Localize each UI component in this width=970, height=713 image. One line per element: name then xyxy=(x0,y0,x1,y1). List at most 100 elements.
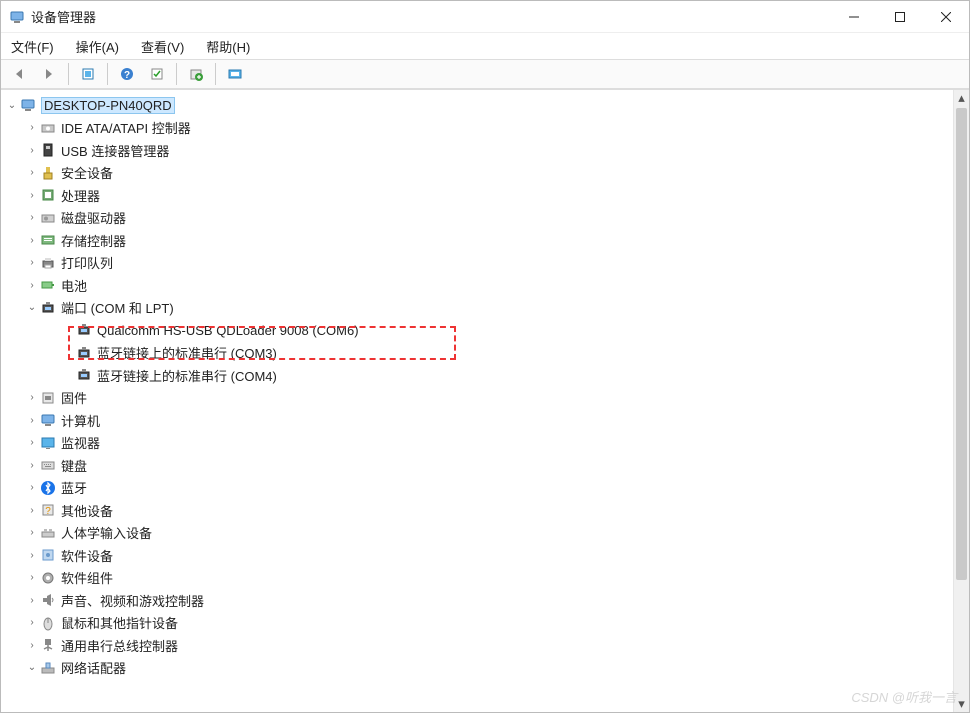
expand-toggle[interactable]: › xyxy=(25,437,39,448)
menu-view[interactable]: 查看(V) xyxy=(137,35,188,58)
expand-toggle[interactable]: › xyxy=(25,280,39,291)
expand-toggle[interactable]: › xyxy=(25,527,39,538)
tree-item[interactable]: ⌄ 网络话配器 xyxy=(1,657,953,680)
tree-item-label: 通用串行总线控制器 xyxy=(61,636,178,655)
expand-toggle[interactable]: › xyxy=(25,122,39,133)
tree-item-label: IDE ATA/ATAPI 控制器 xyxy=(61,118,191,137)
expand-toggle[interactable]: › xyxy=(25,595,39,606)
device-tree[interactable]: ⌄ DESKTOP-PN40QRD › IDE ATA/ATAPI 控制器 › … xyxy=(1,90,953,712)
expand-toggle[interactable]: › xyxy=(25,190,39,201)
menu-file[interactable]: 文件(F) xyxy=(7,35,58,58)
tree-item-label: 声音、视频和游戏控制器 xyxy=(61,591,204,610)
bluetooth-icon xyxy=(39,479,57,497)
tree-item-label: 人体学输入设备 xyxy=(61,523,152,542)
tree-root[interactable]: ⌄ DESKTOP-PN40QRD xyxy=(1,94,953,117)
tree-item-label: 磁盘驱动器 xyxy=(61,208,126,227)
root-label[interactable]: DESKTOP-PN40QRD xyxy=(41,97,175,114)
expand-toggle[interactable]: › xyxy=(25,482,39,493)
tree-item[interactable]: › IDE ATA/ATAPI 控制器 xyxy=(1,117,953,140)
tree-item-label: 软件设备 xyxy=(61,546,113,565)
port-icon xyxy=(75,321,93,339)
menubar: 文件(F) 操作(A) 查看(V) 帮助(H) xyxy=(1,33,969,59)
tree-item-label: 监视器 xyxy=(61,433,100,452)
tree-item[interactable]: › 监视器 xyxy=(1,432,953,455)
tree-child-item[interactable]: Qualcomm HS-USB QDLoader 9008 (COM6) xyxy=(1,319,953,342)
tree-item[interactable]: › 计算机 xyxy=(1,409,953,432)
back-button[interactable] xyxy=(5,62,33,86)
expand-toggle[interactable]: › xyxy=(25,145,39,156)
expand-toggle[interactable]: ⌄ xyxy=(5,100,19,111)
forward-button[interactable] xyxy=(35,62,63,86)
tree-item-label: 鼠标和其他指针设备 xyxy=(61,613,178,632)
tree-child-item[interactable]: 蓝牙链接上的标准串行 (COM3) xyxy=(1,342,953,365)
tree-item[interactable]: › 鼠标和其他指针设备 xyxy=(1,612,953,635)
tree-item[interactable]: › 蓝牙 xyxy=(1,477,953,500)
help-button[interactable] xyxy=(113,62,141,86)
scroll-down-icon[interactable]: ▾ xyxy=(954,696,969,712)
scroll-track[interactable] xyxy=(954,106,969,696)
firmware-icon xyxy=(39,389,57,407)
devices-button[interactable] xyxy=(221,62,249,86)
tree-child-label: 蓝牙链接上的标准串行 (COM4) xyxy=(97,366,277,385)
close-button[interactable] xyxy=(923,1,969,33)
tree-item-label: 蓝牙 xyxy=(61,478,87,497)
window-title: 设备管理器 xyxy=(31,7,96,26)
expand-toggle[interactable]: › xyxy=(25,550,39,561)
port-icon xyxy=(75,366,93,384)
titlebar: 设备管理器 xyxy=(1,1,969,33)
network-icon xyxy=(39,659,57,677)
minimize-button[interactable] xyxy=(831,1,877,33)
tree-item[interactable]: › 通用串行总线控制器 xyxy=(1,634,953,657)
tree-item[interactable]: ⌄ 端口 (COM 和 LPT) xyxy=(1,297,953,320)
other-icon xyxy=(39,501,57,519)
tree-item-label: 处理器 xyxy=(61,186,100,205)
printer-icon xyxy=(39,254,57,272)
tree-item-label: 电池 xyxy=(61,276,87,295)
usbctrl-icon xyxy=(39,636,57,654)
tree-item[interactable]: › USB 连接器管理器 xyxy=(1,139,953,162)
hid-icon xyxy=(39,524,57,542)
expand-toggle[interactable]: › xyxy=(25,235,39,246)
scroll-thumb[interactable] xyxy=(956,108,967,580)
tree-item[interactable]: › 其他设备 xyxy=(1,499,953,522)
add-device-button[interactable] xyxy=(182,62,210,86)
tree-item[interactable]: › 打印队列 xyxy=(1,252,953,275)
expand-toggle[interactable]: ⌄ xyxy=(25,302,39,313)
vertical-scrollbar[interactable]: ▴ ▾ xyxy=(953,90,969,712)
tree-item[interactable]: › 存储控制器 xyxy=(1,229,953,252)
tree-child-label: Qualcomm HS-USB QDLoader 9008 (COM6) xyxy=(97,323,359,338)
tree-item[interactable]: › 键盘 xyxy=(1,454,953,477)
expand-toggle[interactable]: › xyxy=(25,415,39,426)
expand-toggle[interactable]: › xyxy=(25,212,39,223)
expand-toggle[interactable]: › xyxy=(25,640,39,651)
keyboard-icon xyxy=(39,456,57,474)
expand-toggle[interactable]: › xyxy=(25,505,39,516)
device-manager-window: 设备管理器 文件(F) 操作(A) 查看(V) 帮助(H) ⌄ DESKTOP-… xyxy=(0,0,970,713)
tree-item[interactable]: › 电池 xyxy=(1,274,953,297)
show-hidden-button[interactable] xyxy=(74,62,102,86)
tree-item[interactable]: › 磁盘驱动器 xyxy=(1,207,953,230)
expand-toggle[interactable]: › xyxy=(25,167,39,178)
maximize-button[interactable] xyxy=(877,1,923,33)
tree-item[interactable]: › 软件组件 xyxy=(1,567,953,590)
toolbar xyxy=(1,59,969,89)
tree-item[interactable]: › 固件 xyxy=(1,387,953,410)
expand-toggle[interactable]: › xyxy=(25,460,39,471)
expand-toggle[interactable]: › xyxy=(25,617,39,628)
scroll-up-icon[interactable]: ▴ xyxy=(954,90,969,106)
expand-toggle[interactable]: › xyxy=(25,257,39,268)
tree-item[interactable]: › 软件设备 xyxy=(1,544,953,567)
tree-item-label: 打印队列 xyxy=(61,253,113,272)
scan-button[interactable] xyxy=(143,62,171,86)
tree-child-item[interactable]: 蓝牙链接上的标准串行 (COM4) xyxy=(1,364,953,387)
tree-item[interactable]: › 人体学输入设备 xyxy=(1,522,953,545)
menu-action[interactable]: 操作(A) xyxy=(72,35,123,58)
expand-toggle[interactable]: ⌄ xyxy=(25,662,39,673)
expand-toggle[interactable]: › xyxy=(25,392,39,403)
app-icon xyxy=(9,9,25,25)
menu-help[interactable]: 帮助(H) xyxy=(202,35,254,58)
expand-toggle[interactable]: › xyxy=(25,572,39,583)
tree-item[interactable]: › 安全设备 xyxy=(1,162,953,185)
tree-item[interactable]: › 声音、视频和游戏控制器 xyxy=(1,589,953,612)
tree-item[interactable]: › 处理器 xyxy=(1,184,953,207)
